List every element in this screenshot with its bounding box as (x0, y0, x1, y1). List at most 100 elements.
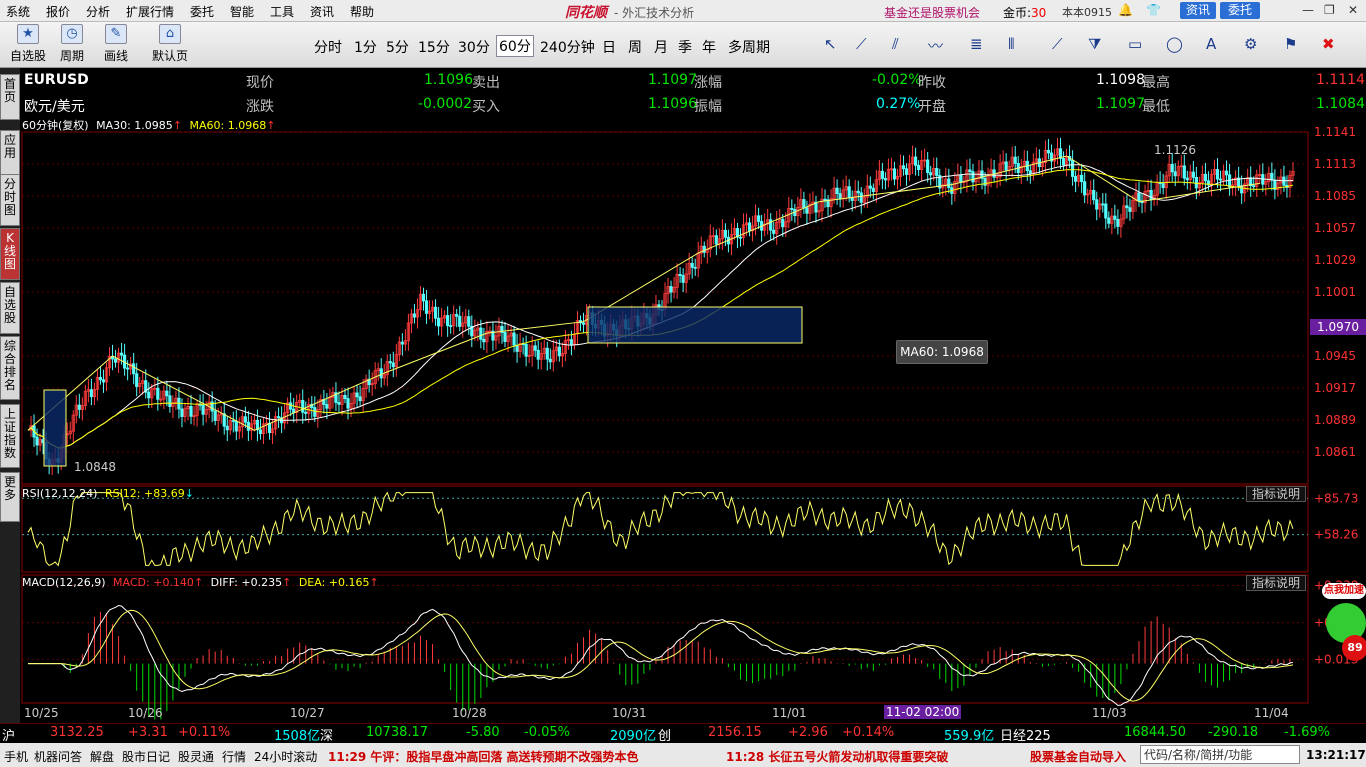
restore-icon[interactable]: ❐ (1324, 3, 1335, 17)
candle-body (150, 388, 154, 399)
toolbar-period-button[interactable]: ◷ 周期 (52, 24, 92, 64)
period-tab[interactable]: 30分 (458, 37, 490, 57)
period-tab-active[interactable]: 60分 (496, 35, 534, 57)
line-tool-icon[interactable]: ⟋ (856, 35, 867, 53)
candle-body (1221, 170, 1226, 181)
vertical-lines-icon[interactable]: ⦀ (1008, 35, 1015, 53)
menu-trade[interactable]: 委托 (190, 3, 214, 20)
menu-smart[interactable]: 智能 (230, 3, 254, 20)
menu-quote[interactable]: 报价 (46, 3, 70, 20)
candle-body (38, 439, 42, 446)
float-promo[interactable]: 点我加速 89 (1318, 577, 1366, 667)
candle-body (1243, 183, 1247, 194)
bell-icon[interactable]: 🔔 (1118, 3, 1133, 17)
period-tab[interactable]: 年 (702, 37, 716, 57)
quote-value: 1.1084 (1316, 96, 1365, 112)
shirt-icon[interactable]: 👕 (1146, 3, 1161, 17)
macd-indicator-help-button[interactable]: 指标说明 (1246, 575, 1306, 591)
search-input[interactable]: 代码/名称/简拼/功能 (1140, 745, 1300, 764)
diff-value: DIFF: +0.235 (210, 576, 283, 589)
ticker-tab[interactable]: 24小时滚动 (254, 748, 317, 765)
trade-button[interactable]: 委托 (1220, 2, 1260, 19)
ticker-tab[interactable]: 股市日记 (122, 748, 170, 765)
parallel-line-icon[interactable]: ⫽ (892, 35, 899, 53)
ellipse-tool-icon[interactable]: ◯ (1166, 35, 1183, 53)
ticker-tab[interactable]: 解盘 (90, 748, 114, 765)
candle-body (421, 293, 426, 302)
nav-ranking[interactable]: 综合排名 (0, 336, 20, 400)
text-tool-icon[interactable]: A (1206, 35, 1216, 53)
candle-body (741, 224, 746, 238)
period-tab[interactable]: 多周期 (728, 37, 770, 57)
nav-apps[interactable]: 应用 (0, 130, 20, 176)
rsi-indicator-help-button[interactable]: 指标说明 (1246, 486, 1306, 502)
gold-coins: 金币:30 (1003, 6, 1047, 20)
news-button[interactable]: 资讯 (1180, 2, 1216, 19)
minimize-icon[interactable]: — (1302, 3, 1314, 17)
toolbar-draw-button[interactable]: ✎ 画线 (96, 24, 136, 64)
menu-system[interactable]: 系统 (6, 3, 30, 20)
nav-kline[interactable]: K线图 (0, 228, 20, 280)
menu-news[interactable]: 资讯 (310, 3, 334, 20)
flag-icon[interactable]: ⚑ (1284, 35, 1297, 53)
candle-body (222, 413, 226, 427)
period-tab[interactable]: 15分 (418, 37, 450, 57)
quote-label: 振幅 (694, 99, 722, 115)
nav-timeshare[interactable]: 分时图 (0, 174, 20, 226)
pencil-icon: ✎ (105, 24, 127, 44)
nav-home[interactable]: 首页 (0, 74, 20, 120)
diff-line (28, 604, 1294, 706)
news-headline[interactable]: 11:28 长征五号火箭发动机取得重要突破 (726, 748, 948, 765)
candle-body (316, 409, 320, 417)
delete-icon[interactable]: ✖ (1322, 35, 1335, 53)
candle-body (361, 388, 365, 402)
candle-body (941, 184, 945, 189)
period-tab[interactable]: 分时 (314, 37, 342, 57)
menu-tools[interactable]: 工具 (270, 3, 294, 20)
status-item: +3.31 (128, 725, 168, 740)
candle-body (418, 293, 423, 311)
candle-body (1182, 165, 1186, 179)
nav-watchlist[interactable]: 自选股 (0, 282, 20, 334)
ticker-tab[interactable]: 手机 (4, 748, 28, 765)
period-tab[interactable]: 季 (678, 37, 692, 57)
nav-shindex[interactable]: 上证指数 (0, 404, 20, 468)
news-headline[interactable]: 股票基金自动导入 (1030, 748, 1126, 765)
menu-help[interactable]: 帮助 (350, 3, 374, 20)
toolbar-home-button[interactable]: ⌂ 默认页 (150, 24, 190, 64)
period-tab[interactable]: 5分 (386, 37, 409, 57)
ticker-tab[interactable]: 行情 (222, 748, 246, 765)
status-item: -5.80 (466, 725, 500, 740)
period-tab[interactable]: 周 (628, 37, 642, 57)
rectangle-tool-icon[interactable]: ▭ (1128, 35, 1142, 53)
cursor-icon[interactable]: ↖ (824, 35, 837, 53)
candle-body (455, 314, 459, 317)
candle-body (1215, 169, 1220, 180)
period-tab[interactable]: 日 (602, 37, 616, 57)
settings-icon[interactable]: ⚙ (1244, 35, 1257, 53)
period-tab[interactable]: 月 (654, 37, 668, 57)
candle-body (328, 396, 332, 409)
period-tab[interactable]: 1分 (354, 37, 377, 57)
toolbar-watchlist-button[interactable]: ★ 自选股 (8, 24, 48, 64)
fan-tool-icon[interactable]: ⧩ (1088, 35, 1101, 53)
candle-body (1264, 181, 1268, 185)
menu-extended[interactable]: 扩展行情 (126, 3, 174, 20)
ticker-tab[interactable]: 机器问答 (34, 748, 82, 765)
nav-more[interactable]: 更多 (0, 472, 20, 522)
quote-value: -0.0002 (418, 96, 473, 112)
menu-analysis[interactable]: 分析 (86, 3, 110, 20)
candle-body (1200, 173, 1205, 183)
ticker-tab[interactable]: 股灵通 (178, 748, 214, 765)
candle-body (267, 422, 272, 434)
news-headline[interactable]: 11:29 午评：股指早盘冲高回落 高送转预期不改强势本色 (328, 748, 639, 765)
candle-body (883, 178, 888, 181)
ad-link[interactable]: 基金还是股票机会 (884, 4, 980, 21)
candle-body (470, 325, 474, 337)
fib-tool-icon[interactable]: ≣ (970, 35, 983, 53)
candle-body (62, 434, 66, 451)
period-tab[interactable]: 240分钟 (540, 37, 595, 57)
wave-tool-icon[interactable]: 〰 (928, 35, 943, 56)
channel-tool-icon[interactable]: ⟋ (1052, 35, 1063, 53)
close-icon[interactable]: ✕ (1348, 3, 1358, 17)
